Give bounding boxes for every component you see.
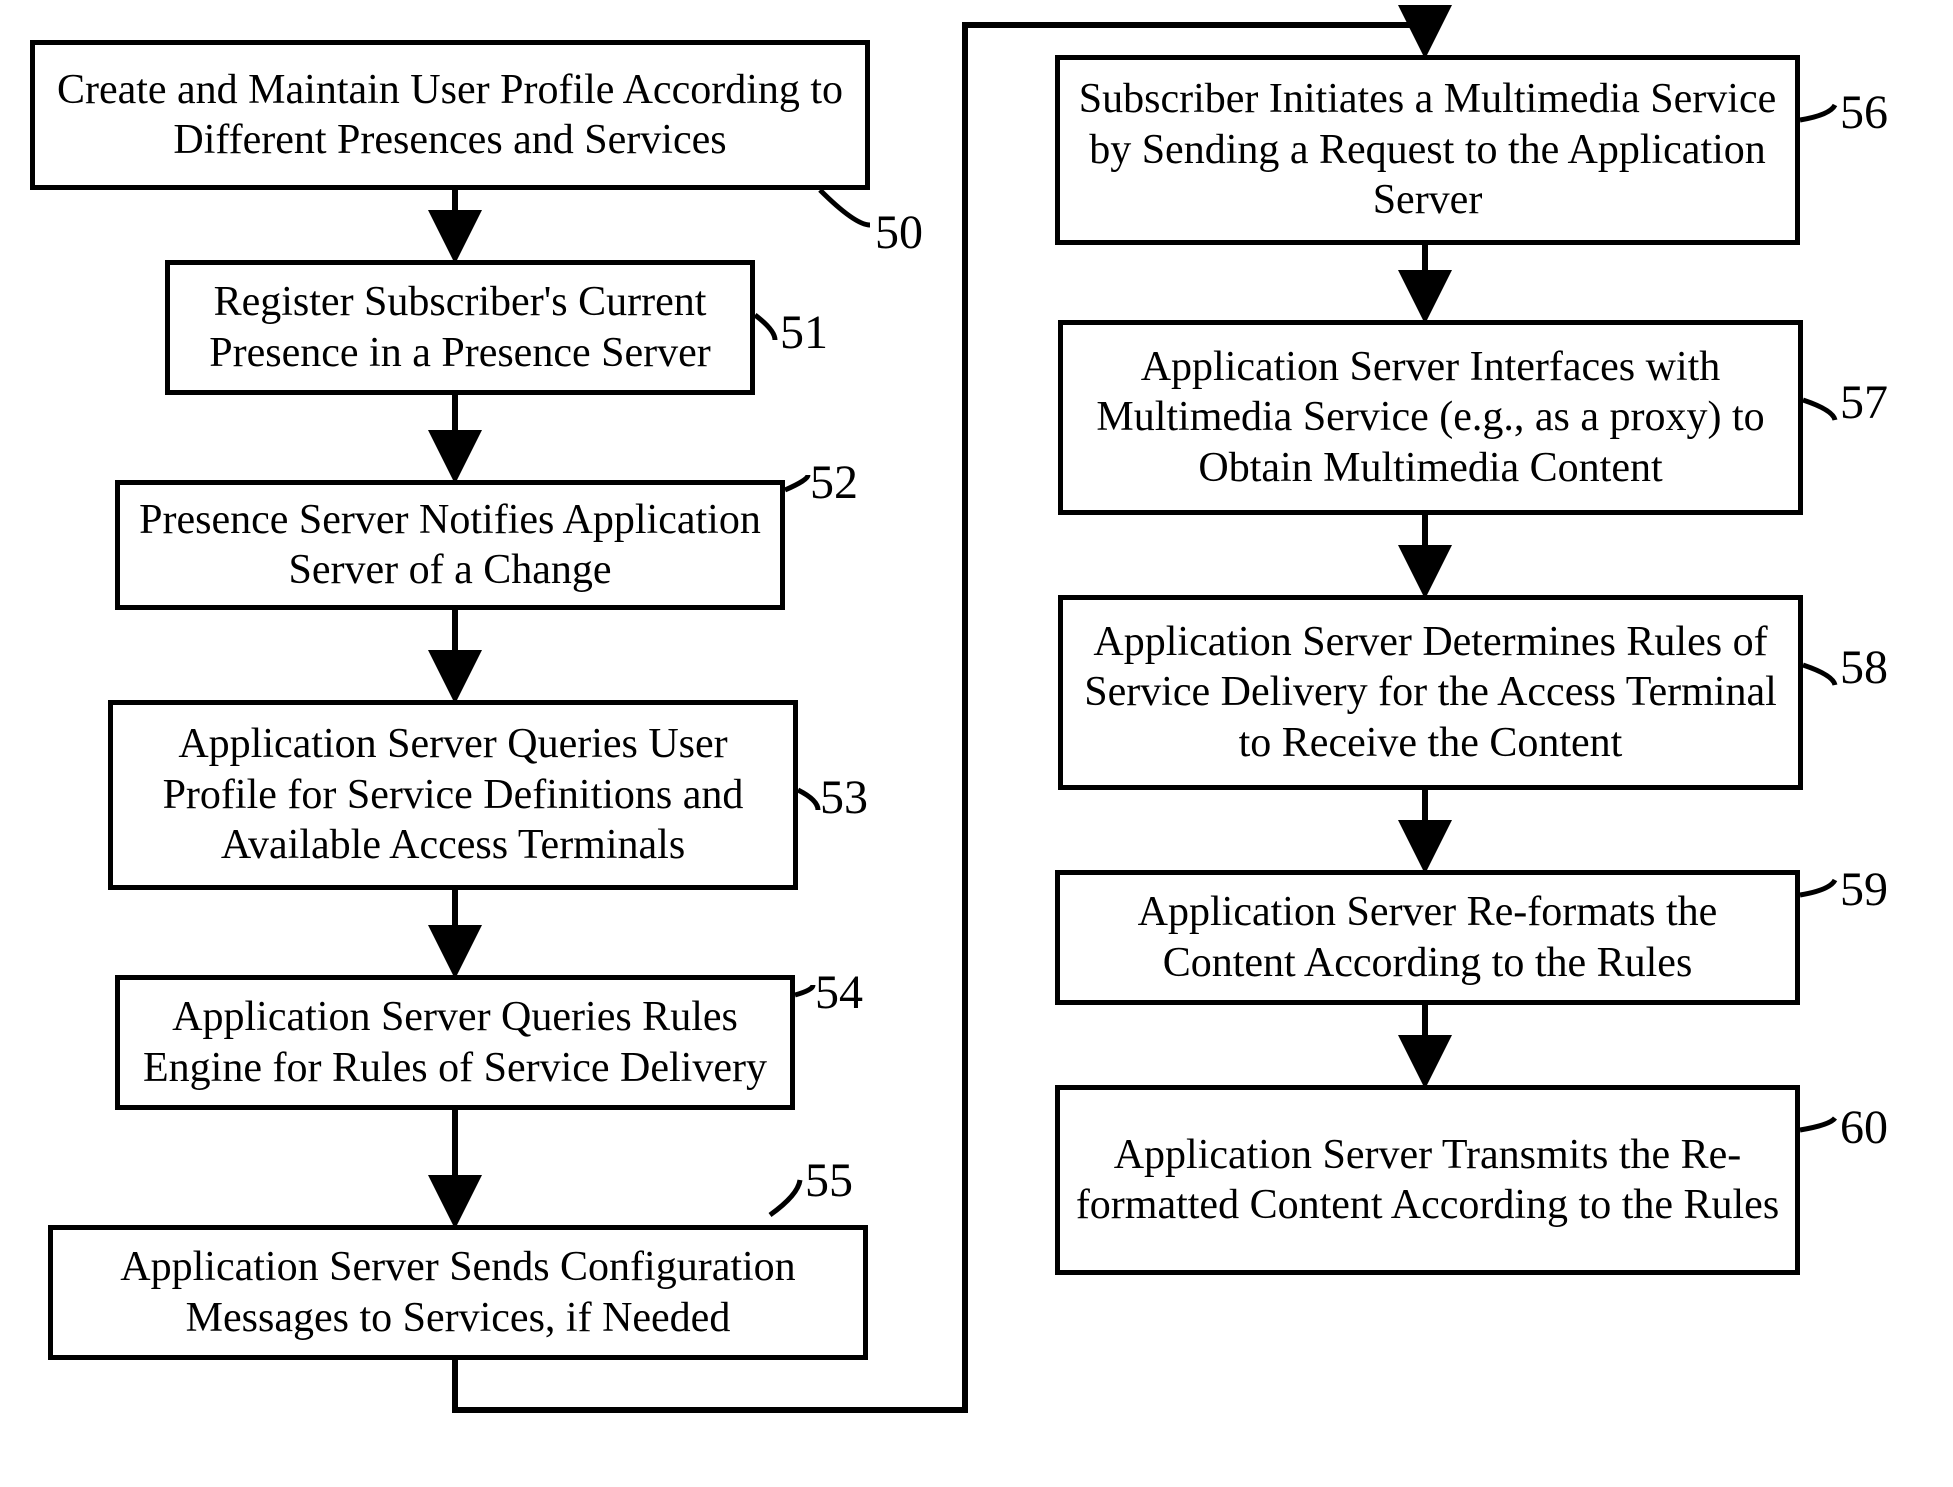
step-label-59: 59: [1840, 862, 1888, 917]
step-box-57: Application Server Interfaces with Multi…: [1058, 320, 1803, 515]
step-label-52: 52: [810, 455, 858, 510]
step-text-50: Create and Maintain User Profile Accordi…: [49, 65, 851, 166]
flowchart-canvas: Create and Maintain User Profile Accordi…: [0, 0, 1953, 1487]
step-label-50: 50: [875, 205, 923, 260]
step-box-56: Subscriber Initiates a Multimedia Servic…: [1055, 55, 1800, 245]
step-label-58: 58: [1840, 640, 1888, 695]
step-box-53: Application Server Queries User Profile …: [108, 700, 798, 890]
step-text-59: Application Server Re-formats the Conten…: [1074, 887, 1781, 988]
step-box-59: Application Server Re-formats the Conten…: [1055, 870, 1800, 1005]
step-label-53: 53: [820, 770, 868, 825]
step-box-55: Application Server Sends Configuration M…: [48, 1225, 868, 1360]
step-text-53: Application Server Queries User Profile …: [127, 719, 779, 870]
step-box-51: Register Subscriber's Current Presence i…: [165, 260, 755, 395]
step-text-51: Register Subscriber's Current Presence i…: [184, 277, 736, 378]
step-label-56: 56: [1840, 85, 1888, 140]
step-box-58: Application Server Determines Rules of S…: [1058, 595, 1803, 790]
step-label-51: 51: [780, 305, 828, 360]
step-box-54: Application Server Queries Rules Engine …: [115, 975, 795, 1110]
step-label-55: 55: [805, 1153, 853, 1208]
step-box-52: Presence Server Notifies Application Ser…: [115, 480, 785, 610]
step-text-54: Application Server Queries Rules Engine …: [134, 992, 776, 1093]
step-box-60: Application Server Transmits the Re- for…: [1055, 1085, 1800, 1275]
step-text-60: Application Server Transmits the Re- for…: [1074, 1130, 1781, 1231]
step-label-60: 60: [1840, 1100, 1888, 1155]
step-text-56: Subscriber Initiates a Multimedia Servic…: [1074, 74, 1781, 225]
step-text-52: Presence Server Notifies Application Ser…: [134, 495, 766, 596]
step-label-57: 57: [1840, 375, 1888, 430]
step-text-57: Application Server Interfaces with Multi…: [1077, 342, 1784, 493]
step-text-58: Application Server Determines Rules of S…: [1077, 617, 1784, 768]
step-text-55: Application Server Sends Configuration M…: [67, 1242, 849, 1343]
step-label-54: 54: [815, 965, 863, 1020]
step-box-50: Create and Maintain User Profile Accordi…: [30, 40, 870, 190]
